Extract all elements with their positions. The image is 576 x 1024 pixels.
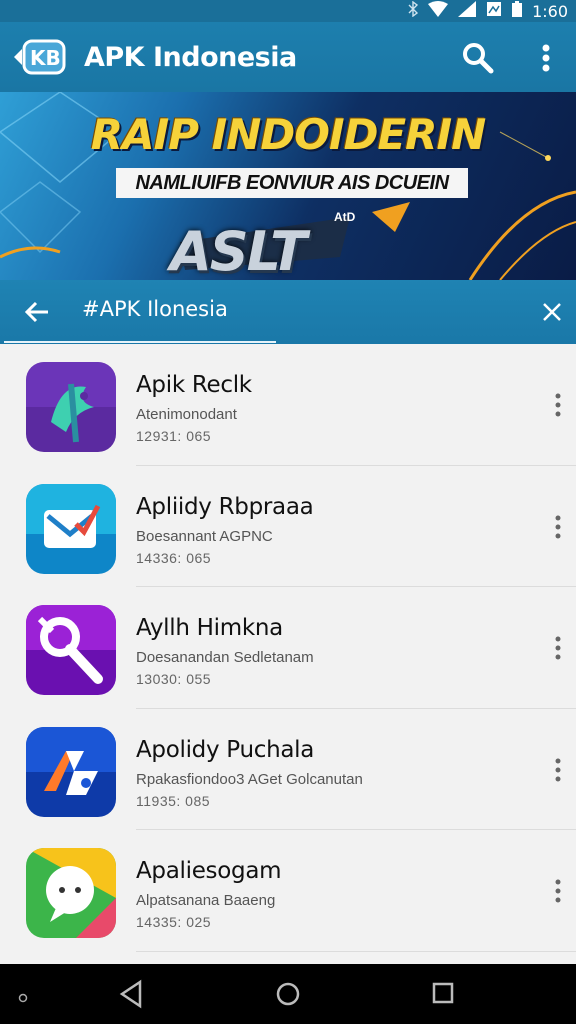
app-meta: 14335: 025: [136, 914, 212, 930]
app-icon-magnifier: [26, 605, 116, 695]
list-item[interactable]: Ayllh Himkna Doesanandan Sedletanam 1303…: [4, 587, 576, 709]
bluetooth-icon: [408, 0, 419, 21]
search-bar: #APK Ilonesia: [0, 280, 576, 344]
more-vert-icon[interactable]: [550, 635, 566, 661]
app-subtitle: Doesanandan Sedletanam: [136, 649, 314, 666]
app-title: APK Indonesia: [84, 41, 297, 73]
app-icon-mail: [26, 483, 116, 574]
close-icon[interactable]: [538, 296, 566, 328]
more-vert-icon[interactable]: [550, 392, 566, 418]
search-underline: [4, 341, 276, 343]
arrow-back-icon[interactable]: [22, 296, 54, 328]
list-item[interactable]: Apolidy Puchala Rpakasfiondoo3 AGet Golc…: [4, 709, 576, 830]
search-icon[interactable]: [460, 40, 496, 76]
banner-subheadline: NAMLIUIFB EONVIUR AIS DCUEIN: [116, 168, 468, 198]
divider: [136, 950, 576, 952]
app-subtitle: Atenimonodant: [136, 406, 237, 423]
system-nav-bar: [0, 964, 576, 1024]
nav-home-icon[interactable]: [274, 978, 302, 1015]
list-item[interactable]: Apik Reclk Atenimonodant 12931: 065: [4, 344, 576, 466]
nav-recents-icon[interactable]: [430, 978, 456, 1015]
app-icon-music: [26, 726, 116, 817]
svg-text:KB: KB: [30, 46, 61, 70]
banner-headline: RAIP INDOIDERIN: [90, 110, 487, 159]
list-item[interactable]: Apliidy Rbpraaa Boesannant AGPNC 14336: …: [4, 466, 576, 587]
app-name: Apliidy Rbpraaa: [136, 493, 314, 520]
app-bar: KB APK Indonesia: [0, 22, 576, 92]
app-meta: 12931: 065: [136, 428, 212, 444]
nav-dot-icon: [18, 990, 28, 1008]
app-meta: 14336: 065: [136, 549, 212, 566]
signal-icon: [458, 1, 477, 21]
app-subtitle: Rpakasfiondoo3 AGet Golcanutan: [136, 770, 363, 788]
status-bar: 1:60: [0, 0, 576, 22]
banner-logo: ASLT: [170, 220, 307, 280]
apk-logo-icon[interactable]: KB: [10, 35, 68, 79]
app-subtitle: Boesannant AGPNC: [136, 527, 273, 545]
status-time: 1:60: [532, 1, 568, 21]
app-name: Apaliesogam: [136, 858, 282, 884]
app-icon-chat: [26, 848, 116, 938]
more-vert-icon[interactable]: [550, 878, 566, 904]
app-icon-purple-bird: [26, 362, 116, 452]
more-vert-icon[interactable]: [550, 757, 566, 783]
app-subtitle: Alpatsanana Baaeng: [136, 892, 276, 909]
wifi-icon: [428, 1, 449, 21]
app-name: Apolidy Puchala: [136, 736, 315, 763]
more-vert-icon[interactable]: [532, 40, 560, 76]
app-meta: 13030: 055: [136, 671, 212, 687]
app-name: Ayllh Himkna: [136, 615, 283, 641]
app-list: Apik Reclk Atenimonodant 12931: 065 Apli…: [4, 344, 576, 964]
more-vert-icon[interactable]: [550, 514, 566, 540]
list-item[interactable]: Apaliesogam Alpatsanana Baaeng 14335: 02…: [4, 830, 576, 952]
app-meta: 11935: 085: [136, 792, 211, 809]
nav-back-icon[interactable]: [118, 978, 144, 1015]
search-input[interactable]: #APK Ilonesia: [82, 297, 228, 321]
banner-badge: AtD: [334, 210, 356, 224]
app-name: Apik Reclk: [136, 372, 252, 398]
notification-icon: [486, 1, 502, 21]
promo-banner[interactable]: RAIP INDOIDERIN NAMLIUIFB EONVIUR AIS DC…: [0, 92, 576, 280]
battery-icon: [512, 1, 523, 21]
